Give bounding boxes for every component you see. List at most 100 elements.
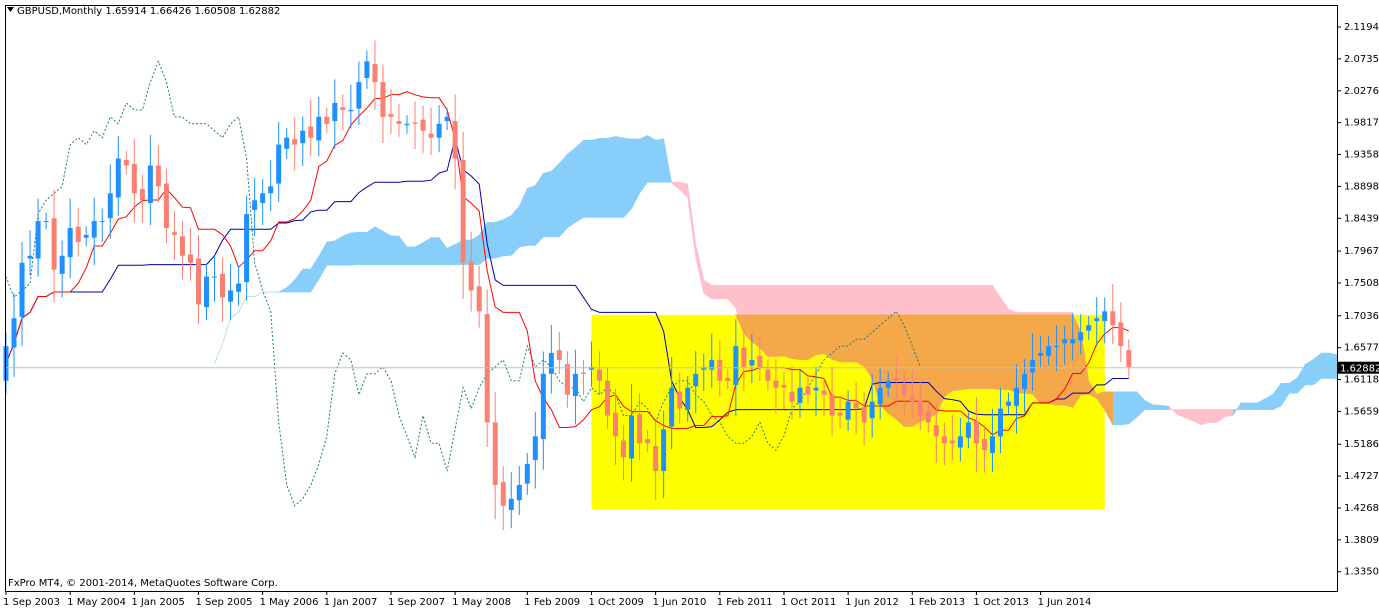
overlap-segment	[847, 314, 857, 363]
current-price-label: 1.62882	[1340, 364, 1379, 375]
candle-body	[909, 396, 915, 402]
candle-body	[1014, 387, 1020, 406]
candle-body	[99, 221, 105, 223]
overlap-segment	[767, 314, 777, 357]
cloud-segment	[535, 172, 544, 247]
time-tick-label: 1 Oct 2013	[973, 597, 1028, 608]
cloud-segment	[374, 226, 384, 265]
symbol-header: GBPUSD,Monthly 1.65914 1.66426 1.60508 1…	[7, 6, 280, 17]
price-tick-label: 1.42685	[1344, 503, 1379, 514]
candle-body	[765, 369, 771, 381]
cloud-segment	[1152, 404, 1162, 410]
candle-body	[677, 391, 683, 409]
price-tick-label: 1.56590	[1344, 406, 1379, 417]
candle-body	[59, 255, 65, 274]
time-tick-label: 1 Jun 2012	[845, 597, 899, 608]
time-tick-label: 1 Feb 2011	[717, 597, 773, 608]
candle-body	[195, 258, 201, 305]
candle-body	[11, 318, 17, 348]
candle-body	[19, 262, 25, 317]
overlap-segment	[863, 314, 873, 380]
cloud-segment	[494, 219, 504, 259]
overlap-segment	[823, 314, 833, 360]
cloud-segment	[1329, 352, 1338, 379]
candle-body	[115, 158, 121, 198]
candle-body	[452, 121, 458, 159]
candle-body	[244, 214, 250, 283]
cloud-segment	[390, 235, 400, 265]
candle-body	[781, 384, 787, 388]
candle-body	[693, 373, 699, 387]
candle-body	[1078, 332, 1084, 341]
overlap-segment	[775, 314, 785, 357]
candle-body	[901, 384, 907, 395]
candle-body	[340, 107, 346, 110]
candle-body	[1070, 339, 1076, 344]
candle-body	[749, 359, 755, 366]
price-tick-label: 1.84395	[1344, 213, 1379, 224]
cloud-segment	[543, 170, 552, 238]
cloud-segment	[615, 136, 624, 218]
candle-body	[324, 116, 330, 124]
candle-body	[372, 64, 378, 83]
candle-body	[171, 232, 177, 235]
overlap-segment	[968, 314, 977, 389]
candle-body	[27, 255, 33, 259]
price-tick-label: 2.07350	[1344, 54, 1379, 65]
candle-body	[965, 422, 971, 438]
candle-body	[813, 387, 819, 391]
candle-body	[163, 183, 169, 228]
candle-body	[613, 412, 619, 437]
cloud-segment	[470, 234, 480, 265]
candle-body	[548, 352, 554, 374]
candle-body	[284, 137, 290, 149]
overlap-segment	[751, 314, 761, 349]
candle-body	[1102, 311, 1108, 322]
overlap-segment	[831, 314, 841, 363]
candle-body	[885, 380, 891, 388]
candle-body	[853, 403, 859, 409]
copyright-text: FxPro MT4, © 2001-2014, MetaQuotes Softw…	[8, 578, 278, 589]
candle-body	[204, 276, 209, 308]
candle-body	[893, 377, 899, 381]
overlap-segment	[895, 314, 905, 428]
cloud-segment	[719, 285, 729, 300]
candle-body	[685, 387, 691, 410]
price-tick-label: 2.02760	[1344, 86, 1379, 97]
cloud-segment	[1240, 402, 1250, 410]
price-tick-label: 1.47275	[1344, 471, 1379, 482]
candle-body	[356, 82, 362, 109]
time-tick-label: 1 Sep 2003	[3, 597, 60, 608]
price-tick-label: 1.75085	[1344, 278, 1379, 289]
cloud-segment	[711, 285, 721, 300]
candle-body	[653, 446, 659, 472]
candle-body	[460, 159, 466, 263]
candle-body	[821, 390, 827, 395]
candle-body	[436, 123, 442, 138]
candle-body	[75, 226, 81, 242]
candle-body	[396, 121, 402, 124]
candle-body	[1126, 350, 1132, 367]
cloud-segment	[334, 235, 344, 266]
price-tick-label: 2.11940	[1344, 22, 1379, 33]
cloud-segment	[430, 237, 440, 265]
candle-body	[404, 123, 410, 126]
time-tick-label: 1 Sep 2005	[195, 597, 252, 608]
candle-body	[669, 387, 675, 427]
time-tick-label: 1 Feb 2009	[524, 597, 580, 608]
candle-body	[797, 387, 803, 404]
candle-body	[717, 359, 723, 381]
cloud-segment	[567, 147, 576, 229]
candle-body	[484, 314, 490, 423]
overlap-segment	[976, 314, 985, 389]
price-chart[interactable]: 2.11940 2.07350 2.02760 1.98170 1.93580 1.889…	[0, 0, 1379, 610]
overlap-segment	[1032, 314, 1041, 405]
candle-body	[147, 165, 153, 203]
overlap-segment	[944, 314, 953, 398]
candle-body	[348, 109, 354, 112]
candle-body	[468, 261, 474, 291]
candle-body	[605, 380, 610, 416]
cloud-segment	[591, 138, 600, 218]
cloud-segment	[1224, 409, 1234, 417]
candle-body	[83, 234, 89, 238]
